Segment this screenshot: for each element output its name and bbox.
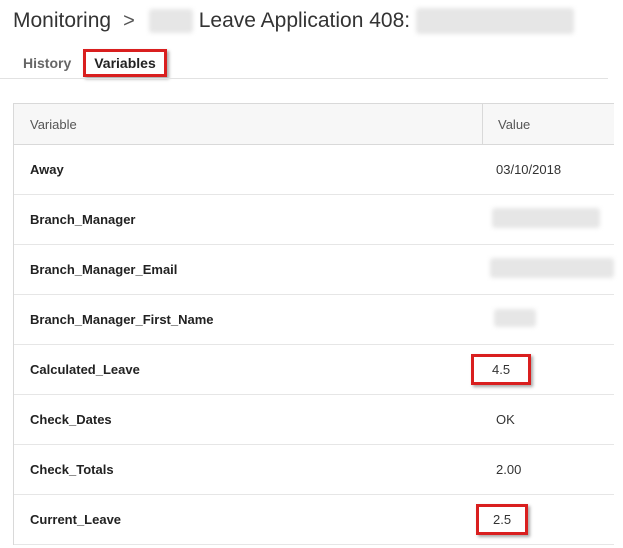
table-row: Check_Dates OK [14, 395, 614, 445]
redacted-value [490, 258, 614, 278]
page-title: Leave Application 408: [198, 9, 411, 32]
table-row: Check_Totals 2.00 [14, 445, 614, 495]
variable-value-redacted [482, 258, 614, 281]
table-row: Branch_Manager_Email [14, 245, 614, 295]
highlighted-value: 4.5 [471, 354, 532, 385]
variables-table: Variable Value Away 03/10/2018 Branch_Ma… [13, 103, 614, 545]
variable-name: Check_Dates [30, 412, 112, 427]
tab-history[interactable]: History [13, 51, 81, 75]
tab-variables[interactable]: Variables [83, 49, 167, 77]
variable-value: 2.5 [476, 504, 529, 535]
table-row: Branch_Manager_First_Name [14, 295, 614, 345]
breadcrumb-monitoring-link[interactable]: Monitoring [13, 9, 111, 33]
redacted-process-name [148, 9, 193, 33]
variable-name: Calculated_Leave [30, 362, 140, 377]
variable-name: Branch_Manager_First_Name [30, 312, 214, 327]
variable-name: Branch_Manager_Email [30, 262, 178, 277]
variable-value: 4.5 [471, 354, 532, 385]
highlighted-value: 2.5 [476, 504, 529, 535]
variable-value: 03/10/2018 [496, 162, 562, 177]
table-row: Away 03/10/2018 [14, 145, 614, 195]
variable-value: OK [496, 412, 515, 427]
table-row: Current_Leave 2.5 [14, 495, 614, 545]
variable-name: Away [30, 162, 64, 177]
variable-value-redacted [482, 309, 536, 330]
variable-value-redacted [482, 208, 600, 231]
breadcrumb-separator: > [123, 9, 135, 32]
redacted-value [494, 309, 536, 327]
variable-name: Current_Leave [30, 512, 122, 527]
table-row: Calculated_Leave 4.5 [14, 345, 614, 395]
redacted-value [492, 208, 600, 228]
tab-bar: History Variables [13, 46, 167, 80]
tabs-divider [0, 78, 608, 79]
table-header: Variable Value [14, 104, 614, 145]
table-row: Branch_Manager [14, 195, 614, 245]
variable-name: Branch_Manager [30, 212, 136, 227]
column-header-value[interactable]: Value [483, 104, 530, 144]
variable-value: 2.00 [496, 462, 522, 477]
breadcrumb: Monitoring > Leave Application 408: [13, 6, 575, 36]
variable-name: Check_Totals [30, 462, 114, 477]
redacted-applicant-name [416, 8, 575, 34]
column-header-variable[interactable]: Variable [14, 104, 483, 144]
